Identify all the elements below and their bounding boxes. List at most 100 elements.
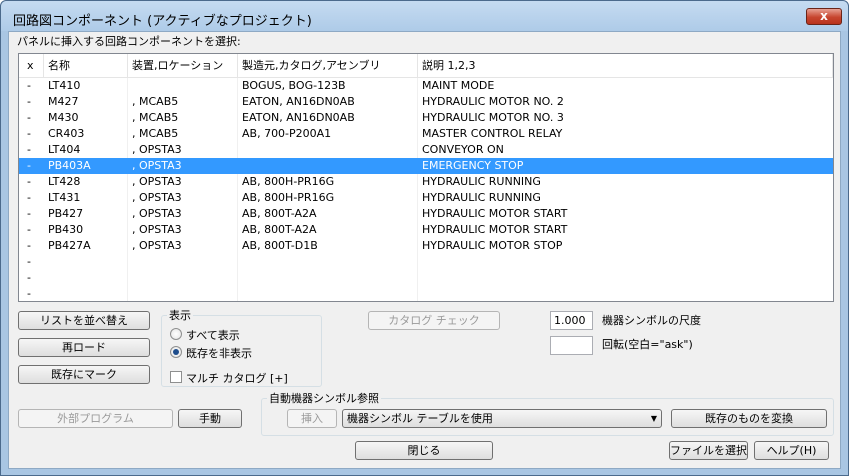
cell-catalog [238,286,418,301]
cell-catalog: EATON, AN16DN0AB [242,95,355,108]
cell-catalog [238,142,418,158]
cell-description: HYDRAULIC MOTOR START [422,223,568,236]
cell-description: MASTER CONTROL RELAY [422,127,563,140]
cell-description: HYDRAULIC RUNNING [422,175,541,188]
select-file-button[interactable]: ファイルを選択 [669,441,748,460]
insert-button[interactable]: 挿入 [287,409,337,428]
cell-x: - [27,95,31,108]
dialog-window: 回路図コンポーネント (アクティブなプロジェクト) x パネルに挿入する回路コン… [0,0,849,476]
rotation-label: 回転(空白="ask") [602,338,693,351]
auto-symbol-group-title: 自動機器シンボル参照 [267,390,381,406]
column-header-name[interactable]: 名称 [44,54,128,78]
cell-location [128,286,238,301]
cell-x: - [27,159,31,172]
cell-description: MAINT MODE [422,79,495,92]
cell-description: HYDRAULIC MOTOR STOP [422,239,563,252]
table-row[interactable]: - PB427 , OPSTA3 AB, 800T-A2A HYDRAULIC MOTO… [19,206,833,222]
cell-location: , MCAB5 [132,111,179,124]
cell-description: HYDRAULIC RUNNING [422,191,541,204]
cell-catalog [238,270,418,286]
scale-label: 機器シンボルの尺度 [602,314,701,327]
cell-catalog: EATON, AN16DN0AB [242,111,355,124]
sort-list-button[interactable]: リストを並べ替え [18,311,150,330]
table-row[interactable]: - [19,270,833,286]
rotation-input[interactable] [550,336,593,355]
cell-x: - [27,111,31,124]
cell-description: HYDRAULIC MOTOR START [422,207,568,220]
cell-x: - [27,127,31,140]
close-button[interactable]: 閉じる [355,441,493,460]
table-row[interactable]: - M430 , MCAB5 EATON, AN16DN0AB HYDRAULIC MO… [19,110,833,126]
cell-location: , OPSTA3 [132,159,182,172]
cell-x: - [27,223,31,236]
cell-description [418,270,833,286]
cell-x: - [27,255,31,268]
table-row[interactable]: - PB430 , OPSTA3 AB, 800T-A2A HYDRAULIC MOTO… [19,222,833,238]
catalog-check-button[interactable]: カタログ チェック [368,311,500,330]
cell-name: M430 [48,111,79,124]
table-row[interactable]: - LT410 BOGUS, BOG-123B MAINT MODE [19,78,833,94]
symbol-source-dropdown[interactable]: 機器シンボル テーブルを使用 ▼ [342,409,662,428]
mark-existing-button[interactable]: 既存にマーク [18,365,150,384]
column-header-location[interactable]: 装置,ロケーション [128,54,238,78]
hide-existing-radio[interactable] [170,346,182,358]
cell-catalog: AB, 800H-PR16G [242,191,335,204]
cell-location: , MCAB5 [132,127,179,140]
cell-name: LT428 [48,175,81,188]
cell-name: PB427A [48,239,91,252]
window-title: 回路図コンポーネント (アクティブなプロジェクト) [13,14,312,29]
convert-existing-button[interactable]: 既存のものを変換 [671,409,827,428]
cell-location [128,270,238,286]
manual-button[interactable]: 手動 [178,409,242,428]
cell-x: - [27,143,31,156]
cell-catalog: AB, 800H-PR16G [242,175,335,188]
table-row[interactable]: - LT428 , OPSTA3 AB, 800H-PR16G HYDRAULIC RU… [19,174,833,190]
cell-location: , MCAB5 [132,95,179,108]
cell-x: - [27,79,31,92]
table-row[interactable]: - M427 , MCAB5 EATON, AN16DN0AB HYDRAULIC MO… [19,94,833,110]
component-list[interactable]: x 名称 装置,ロケーション 製造元,カタログ,アセンブリ 説明 1,2,3 -… [18,53,834,302]
cell-location: , OPSTA3 [132,239,182,252]
cell-location: , OPSTA3 [132,191,182,204]
column-header-description[interactable]: 説明 1,2,3 [418,54,833,78]
cell-description: CONVEYOR ON [422,143,504,156]
cell-description: EMERGENCY STOP [422,159,524,172]
cell-location: , OPSTA3 [132,223,182,236]
show-all-radio[interactable] [170,328,182,340]
hide-existing-label: 既存を非表示 [186,347,252,360]
table-row[interactable]: - LT431 , OPSTA3 AB, 800H-PR16G HYDRAULIC RU… [19,190,833,206]
table-row[interactable]: - PB427A , OPSTA3 AB, 800T-D1B HYDRAULIC MOT… [19,238,833,254]
cell-x: - [27,239,31,252]
cell-location [128,254,238,270]
cell-x: - [27,207,31,220]
column-header-catalog[interactable]: 製造元,カタログ,アセンブリ [238,54,418,78]
table-row[interactable]: - [19,286,833,301]
display-group-title: 表示 [167,307,193,323]
list-rows: - LT410 BOGUS, BOG-123B MAINT MODE - M427 , MC… [19,78,833,301]
help-button[interactable]: ヘルプ(H) [754,441,829,460]
cell-catalog: AB, 800T-A2A [242,223,317,236]
cell-description [418,286,833,301]
cell-catalog: AB, 700-P200A1 [242,127,332,140]
cell-name: LT410 [48,79,81,92]
instruction-label: パネルに挿入する回路コンポーネントを選択: [17,35,241,48]
cell-location: , OPSTA3 [132,143,182,156]
multi-catalog-checkbox[interactable] [170,371,182,383]
scale-input[interactable]: 1.000 [550,311,593,330]
cell-description: HYDRAULIC MOTOR NO. 3 [422,111,564,124]
table-row[interactable]: - CR403 , MCAB5 AB, 700-P200A1 MASTER CONTRO… [19,126,833,142]
multi-catalog-label: マルチ カタログ [+] [186,372,288,385]
table-row[interactable]: - [19,254,833,270]
column-header-x[interactable]: x [19,54,44,78]
cell-name: LT404 [48,143,81,156]
external-program-button[interactable]: 外部プログラム [18,409,173,428]
cell-name [44,254,128,270]
cell-catalog [238,158,418,174]
cell-catalog: AB, 800T-D1B [242,239,318,252]
table-row[interactable]: - LT404 , OPSTA3 CONVEYOR ON [19,142,833,158]
reload-button[interactable]: 再ロード [18,338,150,357]
table-row[interactable]: - PB403A , OPSTA3 EMERGENCY STOP [19,158,833,174]
cell-location [128,78,238,94]
dropdown-arrow-icon: ▼ [650,414,657,423]
close-window-button[interactable]: x [806,8,842,25]
